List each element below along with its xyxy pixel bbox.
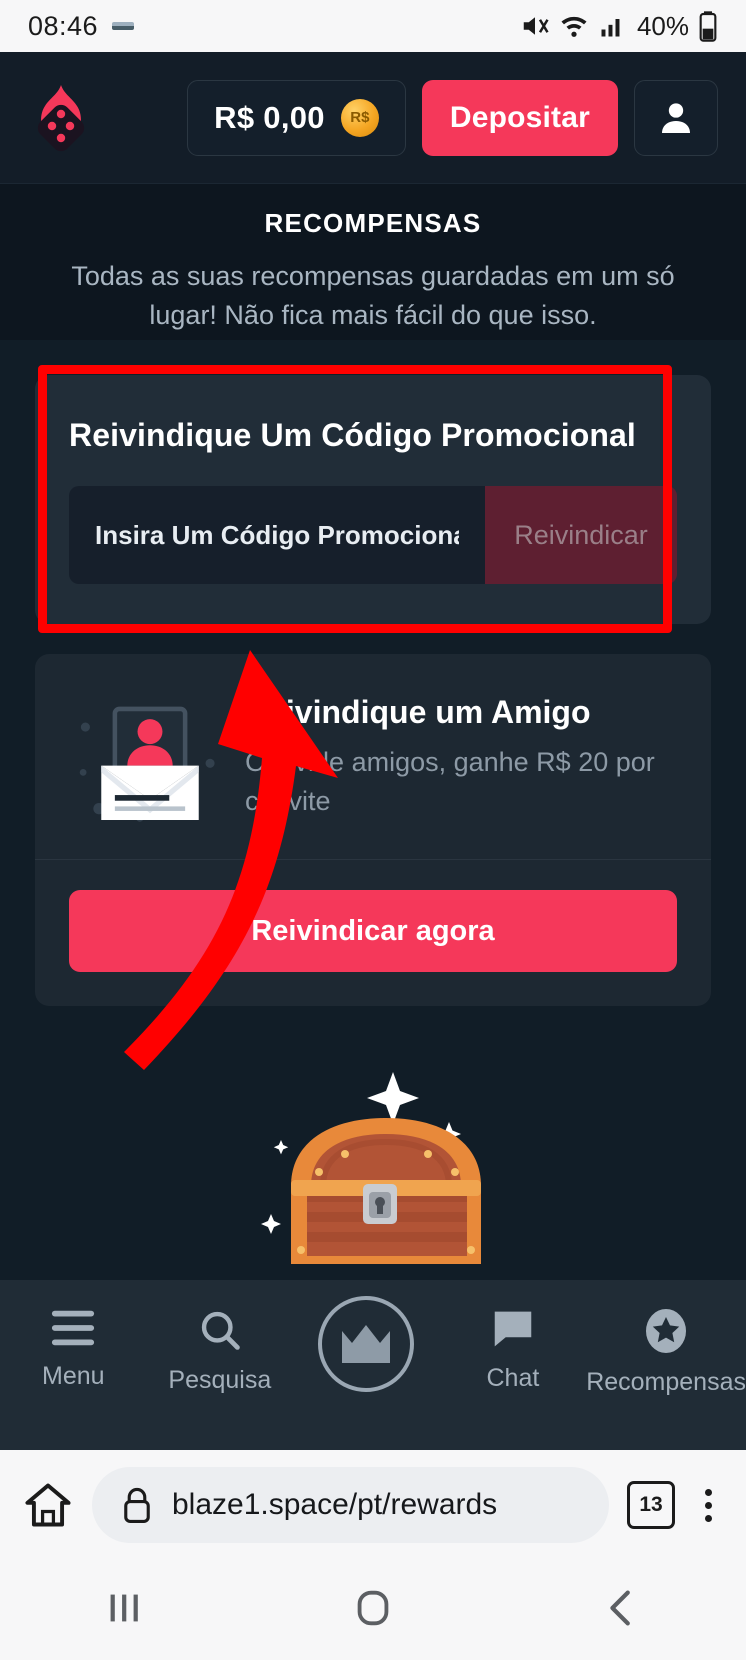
phone-screen: 08:46 40% R$ 0,00 R$ Depositar RECOMPENS… xyxy=(0,0,746,1660)
promo-code-card: Reivindique Um Código Promocional Reivin… xyxy=(35,375,711,624)
url-text: blaze1.space/pt/rewards xyxy=(172,1488,498,1521)
crown-icon xyxy=(342,1325,391,1363)
browser-toolbar: blaze1.space/pt/rewards 13 xyxy=(0,1450,746,1560)
kebab-dot xyxy=(705,1501,712,1509)
referral-claim-button[interactable]: Reivindicar agora xyxy=(69,890,677,973)
back-button[interactable] xyxy=(599,1585,645,1636)
promo-claim-button[interactable]: Reivindicar xyxy=(485,486,677,584)
mute-icon xyxy=(523,17,549,35)
recents-icon xyxy=(110,1594,139,1621)
referral-action: Reivindicar agora xyxy=(35,860,711,1006)
signal-icon xyxy=(601,19,620,37)
battery-icon xyxy=(699,11,717,42)
hamburger-menu-icon xyxy=(52,1310,95,1346)
recents-button[interactable] xyxy=(101,1585,147,1636)
page-subtitle: Todas as suas recompensas guardadas em u… xyxy=(71,261,675,331)
referral-text: Reivindique um Amigo Convide amigos, gan… xyxy=(245,694,681,821)
nav-item-menu[interactable]: Menu xyxy=(0,1308,147,1391)
balance-amount: R$ 0,00 xyxy=(214,99,325,135)
promo-code-form: Reivindicar xyxy=(69,486,677,584)
referral-title: Reivindique um Amigo xyxy=(245,694,591,731)
android-status-bar: 08:46 40% xyxy=(0,0,746,52)
promo-code-input[interactable] xyxy=(69,486,485,584)
nav-item-vip[interactable] xyxy=(293,1296,440,1392)
page-intro: RECOMPENSAS Todas as suas recompensas gu… xyxy=(0,184,746,364)
tab-count-button[interactable]: 13 xyxy=(627,1481,675,1529)
star-badge-icon xyxy=(646,1309,687,1353)
nav-label-menu: Menu xyxy=(42,1362,105,1390)
app-bottom-nav: Menu Pesquisa Chat Recompensas xyxy=(0,1280,746,1450)
android-nav-bar xyxy=(0,1560,746,1660)
referral-description: Convide amigos, ganhe R$ 20 por convite xyxy=(245,747,655,817)
home-square-icon xyxy=(357,1590,389,1625)
lock-icon xyxy=(124,1487,150,1523)
blaze-flame-logo[interactable] xyxy=(28,83,94,153)
coin-icon: R$ xyxy=(340,98,379,137)
balance-display[interactable]: R$ 0,00 R$ xyxy=(187,79,406,156)
page-title: RECOMPENSAS xyxy=(264,208,482,238)
user-avatar-icon xyxy=(662,102,690,133)
url-bar[interactable]: blaze1.space/pt/rewards xyxy=(92,1467,609,1543)
back-chevron-icon xyxy=(609,1590,630,1625)
envelope-invite-icon xyxy=(79,706,215,822)
treasure-chest-icon xyxy=(261,1072,481,1265)
account-button[interactable] xyxy=(634,79,718,156)
nav-item-search[interactable]: Pesquisa xyxy=(147,1308,294,1395)
nav-label-search: Pesquisa xyxy=(168,1366,272,1394)
treasure-chest-section xyxy=(0,1044,746,1274)
rewards-content: Reivindique Um Código Promocional Reivin… xyxy=(0,340,746,1280)
kebab-dot xyxy=(705,1514,712,1522)
promo-code-title: Reivindique Um Código Promocional xyxy=(69,417,636,453)
status-indicators: 40% xyxy=(520,10,718,42)
header-actions: R$ 0,00 R$ Depositar xyxy=(187,79,718,156)
status-clock: 08:46 xyxy=(28,10,99,41)
chat-bubble-icon xyxy=(494,1311,532,1347)
referral-card: Reivindique um Amigo Convide amigos, gan… xyxy=(35,654,711,1007)
nav-item-chat[interactable]: Chat xyxy=(440,1308,587,1393)
nav-label-rewards: Recompensas xyxy=(586,1368,746,1396)
wifi-icon xyxy=(561,16,587,37)
home-icon[interactable] xyxy=(22,1479,74,1531)
kebab-menu-icon[interactable] xyxy=(693,1481,724,1530)
kebab-dot xyxy=(705,1488,712,1496)
home-button[interactable] xyxy=(350,1585,396,1636)
status-mini-icon xyxy=(112,22,135,30)
crown-circle xyxy=(318,1296,415,1392)
search-icon xyxy=(201,1311,240,1350)
referral-card-top: Reivindique um Amigo Convide amigos, gan… xyxy=(35,654,711,859)
app-header: R$ 0,00 R$ Depositar xyxy=(0,52,746,184)
battery-percent: 40% xyxy=(636,10,689,41)
deposit-button[interactable]: Depositar xyxy=(421,79,618,156)
nav-item-rewards[interactable]: Recompensas xyxy=(586,1308,746,1397)
nav-label-chat: Chat xyxy=(486,1364,540,1392)
